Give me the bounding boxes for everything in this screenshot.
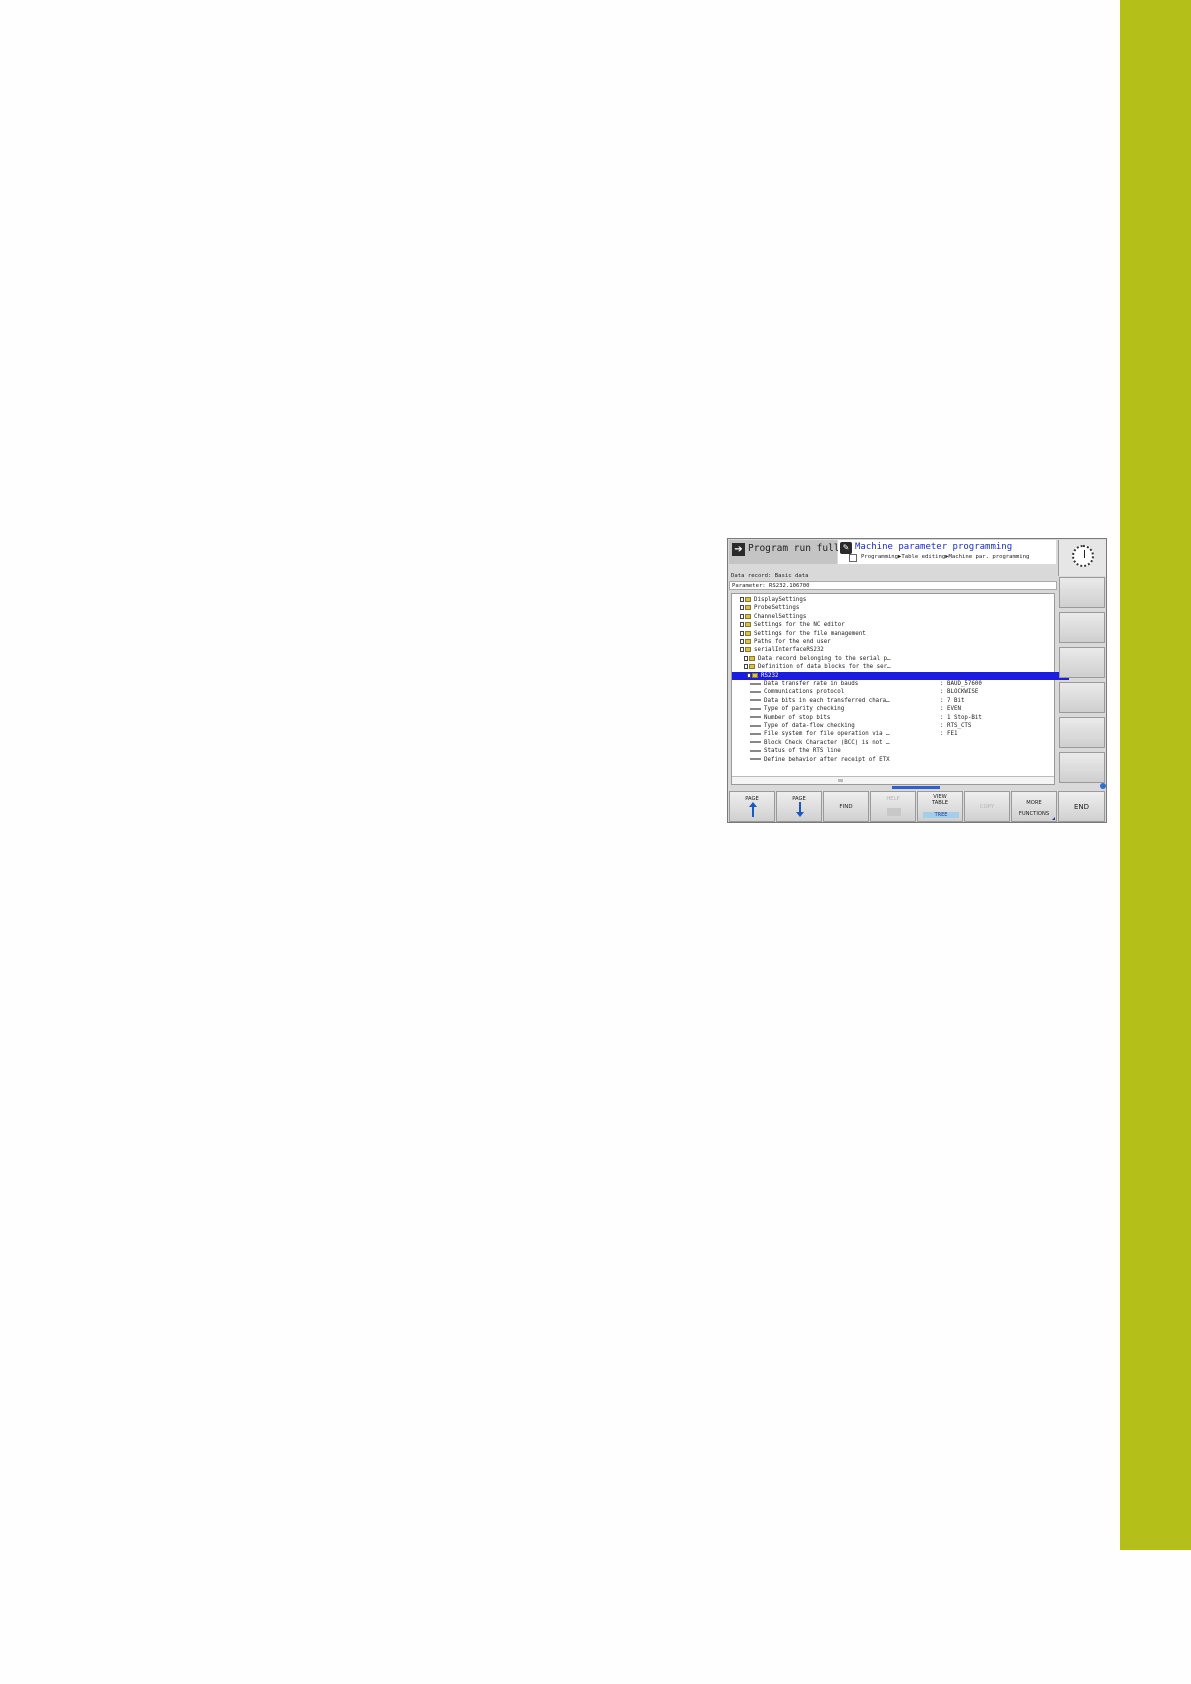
- tree-item[interactable]: DisplaySettings: [732, 596, 1062, 604]
- disabled-icon: [887, 808, 901, 816]
- breadcrumb: Programming▶Table editing▶Machine par. p…: [861, 554, 1030, 560]
- clock-icon: [1072, 545, 1094, 567]
- folder-open-icon: [740, 647, 751, 653]
- arrow-down-icon: [796, 802, 804, 817]
- parameter-icon: [750, 716, 761, 719]
- parameter-row[interactable]: Number of stop bits: 1 Stop-Bit: [732, 714, 1072, 722]
- horizontal-scrollbar[interactable]: [732, 776, 1054, 784]
- disabled-softkey-1[interactable]: HELP: [870, 791, 916, 822]
- folder-icon: [740, 597, 751, 602]
- page-title: Machine parameter programming: [855, 542, 1013, 552]
- tree-item[interactable]: ProbeSettings: [732, 604, 1062, 612]
- tree-item[interactable]: serialInterfaceRS232: [732, 646, 1062, 654]
- corner-arrow-icon: [1052, 817, 1055, 820]
- clock-display: [1058, 540, 1106, 576]
- tree-item[interactable]: Data record belonging to the serial p…: [732, 655, 1066, 663]
- tree-item[interactable]: Definition of data blocks for the ser…: [732, 663, 1066, 671]
- vertical-softkey-3[interactable]: [1059, 647, 1105, 678]
- parameter-field: Parameter: RS232.106700: [729, 581, 1057, 590]
- parameter-icon: [750, 758, 761, 761]
- program-run-icon: ➔: [732, 543, 745, 556]
- folder-icon: [740, 630, 751, 636]
- parameter-icon: [750, 690, 761, 693]
- parameter-row[interactable]: File system for file operation via …: FE…: [732, 730, 1072, 738]
- vertical-softkey-5[interactable]: [1059, 717, 1105, 748]
- vertical-softkey-6[interactable]: [1059, 752, 1105, 783]
- parameter-row[interactable]: Type of parity checking: EVEN: [732, 705, 1072, 713]
- tree-item[interactable]: Paths for the end user: [732, 638, 1062, 646]
- vertical-softkey-1[interactable]: [1059, 577, 1105, 608]
- tree-item[interactable]: Settings for the NC editor: [732, 621, 1062, 629]
- parameter-row[interactable]: Communications protocol: BLOCKWISE: [732, 688, 1072, 696]
- document-icon: [849, 554, 857, 562]
- softkey-bar: PAGE PAGE FIND HELP VIEW TABLE TREE COPY…: [728, 791, 1106, 822]
- programming-mode-icon: ✎: [840, 542, 852, 554]
- control-screen: ➔ Program run full… ✎ Machine parameter …: [727, 538, 1107, 823]
- folder-open-icon: [744, 655, 755, 661]
- view-table-tree-button[interactable]: VIEW TABLE TREE: [917, 791, 963, 822]
- softkey-row-indicator: [892, 786, 940, 789]
- parameter-icon: [750, 749, 761, 752]
- folder-open-icon: [747, 672, 758, 678]
- info-dot-icon: [1100, 783, 1106, 789]
- more-functions-button[interactable]: MORE FUNCTIONS: [1011, 791, 1057, 822]
- parameter-row[interactable]: Block Check Character (BCC) is not …: [732, 739, 1072, 747]
- chapter-side-tab: [1120, 0, 1191, 1550]
- parameter-row[interactable]: Data transfer rate in bauds: BAUD_57600: [732, 680, 1072, 688]
- folder-icon: [740, 605, 751, 611]
- parameter-icon: [750, 732, 761, 735]
- data-record-label: Data record: Basic data: [731, 573, 809, 579]
- parameter-row[interactable]: Status of the RTS line: [732, 747, 1072, 755]
- end-button[interactable]: END: [1058, 791, 1105, 822]
- parameter-icon: [750, 741, 761, 744]
- parameter-icon: [750, 724, 761, 727]
- folder-icon: [740, 639, 751, 644]
- disabled-softkey-2[interactable]: COPY: [964, 791, 1010, 822]
- vertical-softkey-2[interactable]: [1059, 612, 1105, 643]
- page-up-button[interactable]: PAGE: [729, 791, 775, 822]
- operating-mode-label: Program run full…: [748, 543, 846, 554]
- tree-view-tag: TREE: [923, 812, 959, 818]
- parameter-tree[interactable]: DisplaySettings ProbeSettings ChannelSet…: [731, 593, 1069, 785]
- find-button[interactable]: FIND: [823, 791, 869, 822]
- parameter-icon: [750, 682, 761, 685]
- folder-icon: [740, 622, 751, 628]
- page-down-button[interactable]: PAGE: [776, 791, 822, 822]
- parameter-icon: [750, 707, 761, 710]
- folder-icon: [740, 613, 751, 619]
- folder-open-icon: [744, 664, 755, 670]
- vertical-softkey-4[interactable]: [1059, 682, 1105, 713]
- tree-item-selected[interactable]: RS232: [732, 671, 1069, 680]
- tree-item[interactable]: ChannelSettings: [732, 613, 1062, 621]
- parameter-row[interactable]: Define behavior after receipt of ETX: [732, 756, 1072, 764]
- parameter-row[interactable]: Type of data-flow checking: RTS_CTS: [732, 722, 1072, 730]
- parameter-row[interactable]: Data bits in each transferred chara…: 7 …: [732, 697, 1072, 705]
- operating-mode-panel[interactable]: ➔ Program run full…: [729, 540, 845, 564]
- arrow-up-icon: [749, 802, 757, 817]
- programming-mode-panel: ✎ Machine parameter programming Programm…: [838, 540, 1056, 564]
- tree-item[interactable]: Settings for the file management: [732, 630, 1062, 638]
- parameter-icon: [750, 699, 761, 702]
